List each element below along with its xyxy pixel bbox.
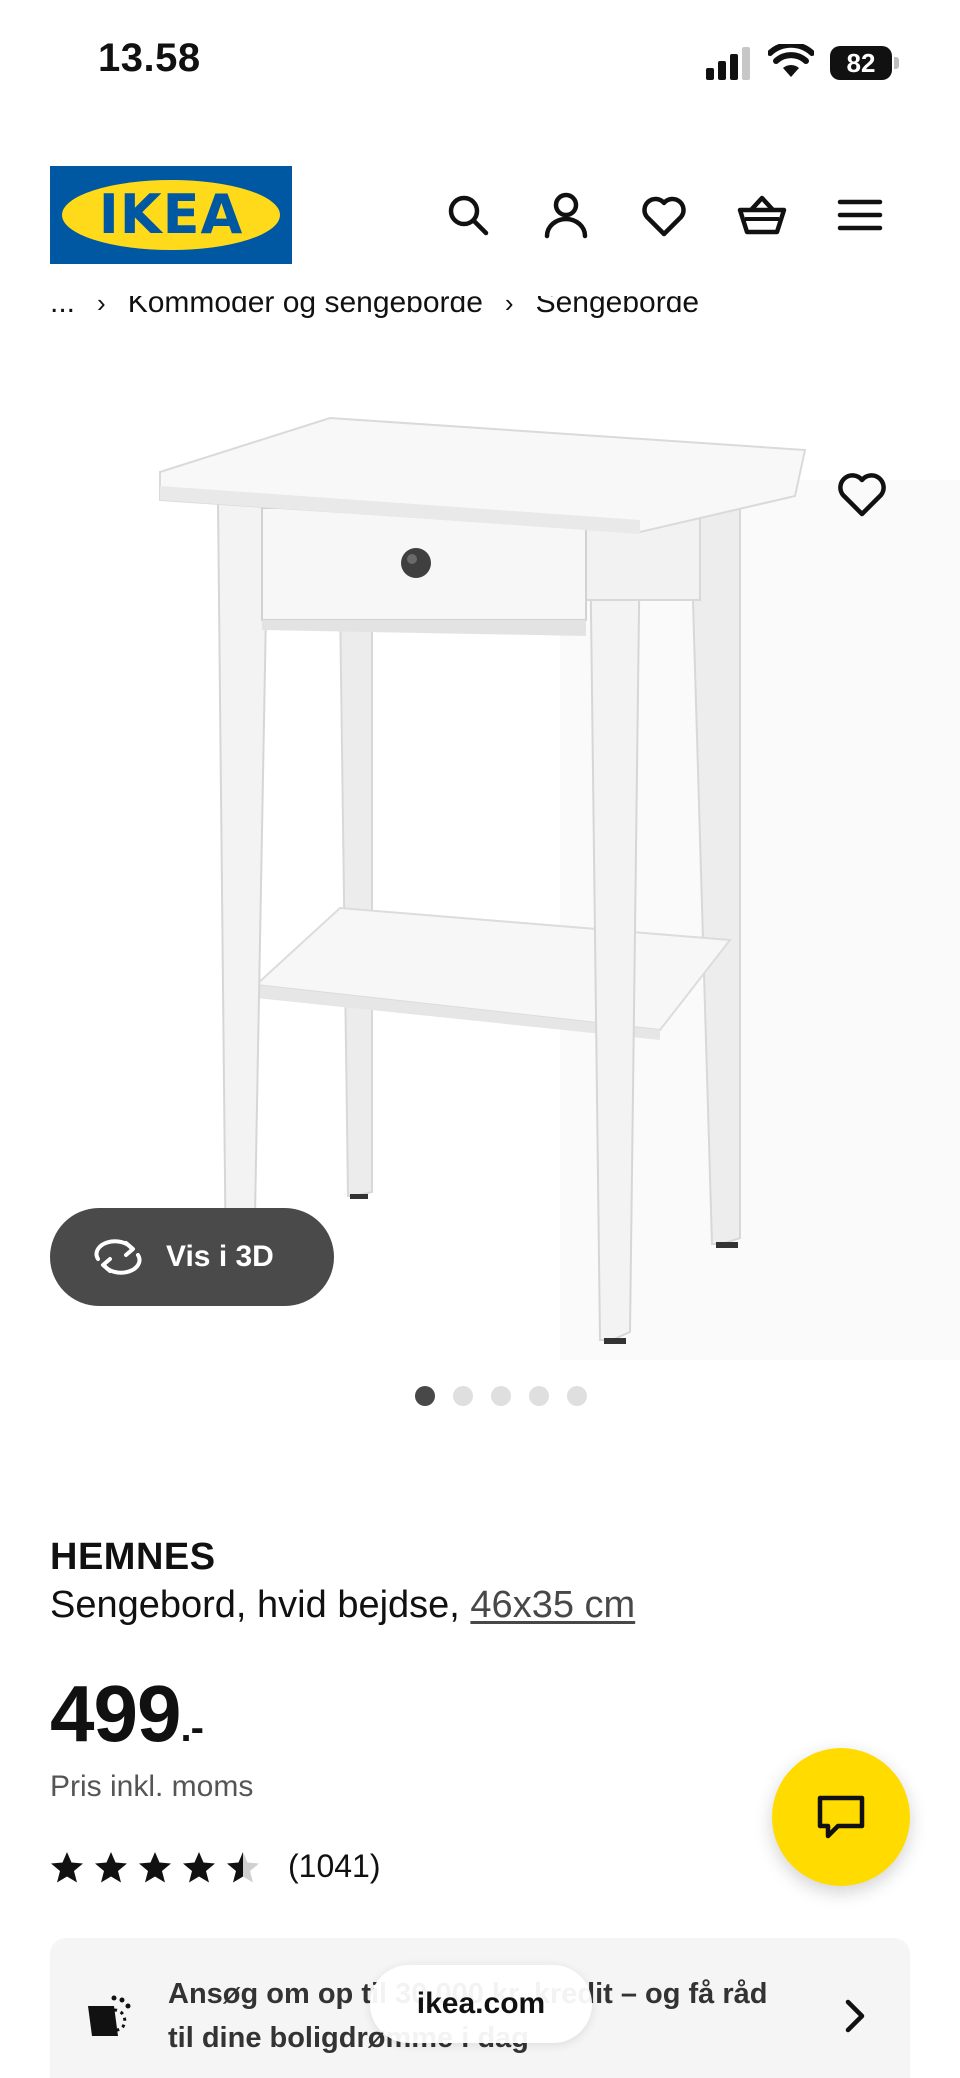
search-icon[interactable] bbox=[443, 190, 493, 240]
wallet-icon bbox=[88, 1995, 131, 2036]
carousel-dot[interactable] bbox=[567, 1386, 587, 1406]
carousel-dot[interactable] bbox=[453, 1386, 473, 1406]
battery-level: 82 bbox=[846, 48, 876, 78]
product-description: Sengebord, hvid bejdse, 46x35 cm bbox=[50, 1584, 635, 1627]
logo-text: IKEA bbox=[98, 183, 244, 246]
heart-icon[interactable] bbox=[639, 190, 689, 240]
status-time: 13.58 bbox=[98, 36, 201, 80]
product-rating[interactable]: (1041) bbox=[50, 1848, 381, 1885]
rotate-3d-icon bbox=[94, 1239, 142, 1275]
star-full-icon bbox=[183, 1851, 215, 1882]
battery-indicator: 82 bbox=[830, 46, 899, 80]
view-3d-button[interactable]: Vis i 3D bbox=[50, 1208, 334, 1306]
chat-icon bbox=[817, 1795, 865, 1839]
signal-icon bbox=[706, 47, 750, 80]
image-carousel-dots bbox=[0, 1386, 960, 1410]
carousel-dot[interactable] bbox=[491, 1386, 511, 1406]
account-icon[interactable] bbox=[541, 190, 591, 240]
star-full-icon bbox=[139, 1851, 171, 1882]
view-3d-label: Vis i 3D bbox=[166, 1240, 274, 1273]
breadcrumb-separator: › bbox=[504, 296, 514, 318]
product-price: 499.- bbox=[50, 1668, 204, 1760]
star-full-icon bbox=[51, 1851, 83, 1882]
price-suffix: .- bbox=[180, 1706, 203, 1750]
price-note: Pris inkl. moms bbox=[50, 1770, 254, 1803]
breadcrumb-separator: › bbox=[97, 296, 106, 318]
ikea-logo[interactable]: IKEA bbox=[50, 166, 292, 264]
breadcrumb: ... › Kommoder og sengeborde › Sengebord… bbox=[50, 296, 930, 336]
menu-icon[interactable] bbox=[835, 190, 885, 240]
status-bar: 13.58 82 bbox=[0, 0, 960, 120]
favorite-button[interactable] bbox=[834, 466, 890, 522]
site-header: IKEA bbox=[0, 150, 960, 280]
chevron-right-icon bbox=[845, 1999, 865, 2033]
star-full-icon bbox=[95, 1851, 127, 1882]
breadcrumb-item-kommoder[interactable]: Kommoder og sengeborde bbox=[128, 296, 483, 320]
chat-button[interactable] bbox=[772, 1748, 910, 1886]
product-size-link[interactable]: 46x35 cm bbox=[470, 1584, 635, 1626]
heart-icon bbox=[838, 473, 886, 517]
breadcrumb-ellipsis[interactable]: ... bbox=[50, 296, 75, 320]
price-value: 499 bbox=[50, 1669, 181, 1758]
logo-oval: IKEA bbox=[62, 180, 280, 250]
browser-url-bar[interactable]: ikea.com bbox=[370, 1965, 592, 2043]
breadcrumb-item-sengeborde[interactable]: Sengeborde bbox=[536, 296, 699, 320]
carousel-dot[interactable] bbox=[529, 1386, 549, 1406]
cart-icon[interactable] bbox=[737, 190, 787, 240]
rating-count: (1041) bbox=[288, 1848, 381, 1884]
battery-cap bbox=[894, 57, 899, 69]
carousel-dot[interactable] bbox=[415, 1386, 435, 1406]
star-half-icon bbox=[227, 1851, 259, 1882]
product-description-text: Sengebord, hvid bejdse, bbox=[50, 1584, 460, 1626]
product-name: HEMNES bbox=[50, 1536, 216, 1578]
wifi-icon bbox=[768, 44, 814, 77]
